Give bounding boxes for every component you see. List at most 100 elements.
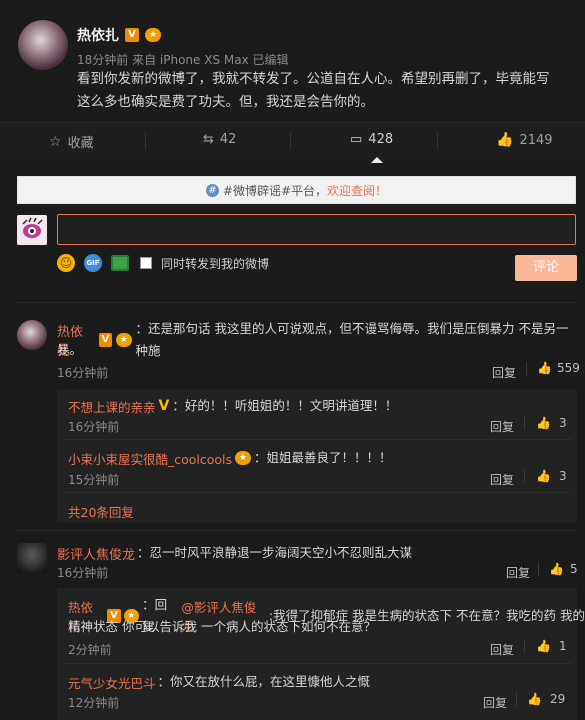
repost-checkbox-label: 同时转发到我的微博 (161, 256, 270, 271)
verified-badge: V (98, 333, 113, 347)
reply-separator (538, 562, 539, 576)
reply-divider (64, 492, 572, 493)
comment-like-count: 5 (569, 562, 578, 576)
reply-separator (516, 692, 517, 706)
post-meta: 18分钟前 来自 iPhone XS Max 已编辑 (77, 53, 289, 67)
crown-icon: ★ (145, 28, 161, 42)
thumbs-up-icon: 👍 (536, 469, 551, 483)
reply-text: ：姐姐最善良了！！！！ (254, 450, 392, 465)
reply-text-line2: 精神状态 你可以告诉我 一个病人的状态下如何不在意？ (68, 619, 376, 634)
repost-button[interactable]: ⇆ 42 (203, 132, 236, 147)
notice-bar: # #微博辟谣#平台， 欢迎查阅！ (17, 176, 576, 204)
thumbs-up-icon: 👍 (527, 692, 542, 706)
comment-text: ：忍一时风平浪静退一步海阔天空小不忍则乱大谋 (137, 545, 413, 560)
thumbs-up-icon: 👍 (537, 361, 552, 375)
reply-like-button[interactable]: 👍 1 (536, 639, 567, 653)
reply-like-button[interactable]: 👍 3 (536, 469, 567, 483)
reply-button[interactable]: 回复 (506, 564, 530, 581)
reply-time: 2分钟前 (68, 643, 112, 657)
reply-button[interactable]: 回复 (483, 694, 507, 711)
crown-icon: ★ (116, 333, 132, 347)
comment-count: 428 (368, 132, 394, 147)
thumbs-up-icon: 👍 (536, 416, 551, 430)
post-author-row: 热依扎 V ★ (77, 25, 161, 45)
repost-icon: ⇆ (203, 132, 214, 147)
comment-input[interactable] (57, 214, 576, 245)
post-text-line2: 这么多也确实是费了功夫。但，我还是会告你的。 (77, 94, 374, 110)
reply-like-count: 3 (558, 469, 567, 483)
thumbs-up-icon: 👍 (536, 639, 551, 653)
emoji-icon[interactable]: ☺ (57, 254, 75, 272)
repost-checkbox[interactable] (140, 257, 152, 269)
favorite-label: 收藏 (67, 136, 94, 151)
my-avatar[interactable] (17, 215, 47, 245)
reply-author[interactable]: 不想上课的亲亲 (68, 397, 156, 416)
reply-time: 15分钟前 (68, 473, 120, 487)
reply-4-header: 元气少女光巴斗 ：你又在放什么屁，在这里慷他人之慨 (68, 671, 370, 693)
section-divider (17, 530, 577, 531)
reply-separator (526, 362, 527, 376)
more-replies-link[interactable]: 共20条回复 (68, 502, 134, 521)
reply-separator (524, 416, 525, 430)
comment-avatar[interactable] (17, 320, 47, 350)
comment-avatar[interactable] (17, 543, 47, 573)
thumbs-up-icon: 👍 (549, 562, 564, 576)
like-count: 2149 (519, 132, 553, 148)
reply-time: 12分钟前 (68, 696, 120, 710)
image-icon[interactable] (111, 255, 129, 271)
comment-text-line1: ：还是那句话 我这里的人可说观点，但不谩骂侮辱。我们是压倒暴力 不是另一种施 (135, 321, 569, 358)
thumbs-up-icon: 👍 (496, 132, 514, 148)
action-separator (145, 132, 146, 150)
reply-like-count: 29 (549, 692, 566, 706)
reply-divider (64, 439, 572, 440)
notice-link[interactable]: 欢迎查阅！ (327, 182, 387, 199)
reply-like-button[interactable]: 👍 29 (527, 692, 565, 706)
my-avatar-image (17, 215, 47, 245)
reply-separator (524, 639, 525, 653)
composer-tools: ☺ GIF 同时转发到我的微博 (57, 254, 269, 272)
star-icon: ☆ (49, 133, 62, 150)
section-divider (17, 302, 577, 303)
comment-like-button[interactable]: 👍 559 (537, 361, 580, 375)
reply-button[interactable]: 回复 (490, 641, 514, 658)
comment-like-count: 559 (556, 361, 580, 375)
comment-time: 16分钟前 (57, 566, 109, 580)
reply-button[interactable]: 回复 (490, 471, 514, 488)
reply-like-count: 1 (558, 639, 567, 653)
comment-icon: ▭ (350, 132, 363, 147)
like-button[interactable]: 👍 2149 (496, 132, 553, 148)
comment-author[interactable]: 影评人焦俊龙 (57, 544, 135, 563)
reply-author[interactable]: 小束小束屋实很酷_coolcools (68, 449, 232, 468)
action-separator (290, 132, 291, 150)
verified-badge: V (158, 398, 170, 414)
comment-2-header: 影评人焦俊龙 ：忍一时风平浪静退一步海阔天空小不忍则乱大谋 (57, 542, 412, 564)
reply-separator (524, 469, 525, 483)
repost-count: 42 (219, 132, 237, 147)
author-avatar[interactable] (18, 20, 68, 70)
comment-tab-caret (371, 157, 383, 163)
reply-like-button[interactable]: 👍 3 (536, 416, 567, 430)
comment-text-line2: 暴。 (57, 342, 83, 357)
comment-button[interactable]: ▭ 428 (350, 132, 393, 147)
submit-comment-button[interactable]: 评论 (515, 255, 577, 281)
reply-divider (64, 663, 572, 664)
info-icon: # (205, 183, 219, 197)
verified-badge: V (125, 28, 139, 42)
reply-1-header: 不想上课的亲亲 V ：好的！！听姐姐的！！文明讲道理！！ (68, 395, 397, 417)
reply-2-header: 小束小束屋实很酷_coolcools ★ ：姐姐最善良了！！！！ (68, 447, 392, 469)
reply-like-count: 3 (558, 416, 567, 430)
comment-1-header: 热依扎 V ★ ：还是那句话 我这里的人可说观点，但不谩骂侮辱。我们是压倒暴力 … (57, 318, 577, 362)
comment-like-button[interactable]: 👍 5 (549, 562, 578, 576)
post-text-line1: 看到你发新的微博了，我就不转发了。公道自在人心。希望别再删了，毕竟能写 (77, 71, 550, 87)
reply-author[interactable]: 元气少女光巴斗 (68, 673, 156, 692)
action-separator (437, 132, 438, 150)
comment-time: 16分钟前 (57, 366, 109, 380)
post-author-name[interactable]: 热依扎 (77, 25, 119, 45)
reply-button[interactable]: 回复 (492, 364, 516, 381)
reply-text: ：你又在放什么屁，在这里慷他人之慨 (157, 674, 371, 689)
favorite-button[interactable]: ☆ 收藏 (49, 132, 94, 152)
reply-time: 16分钟前 (68, 420, 120, 434)
reply-button[interactable]: 回复 (490, 418, 514, 435)
gif-icon[interactable]: GIF (84, 254, 102, 272)
crown-icon: ★ (235, 451, 252, 465)
